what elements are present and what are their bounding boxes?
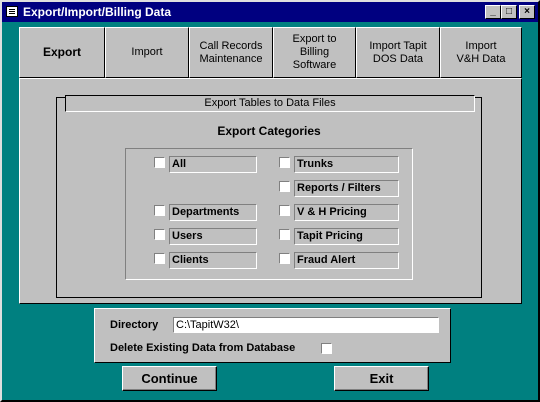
form-icon[interactable] (6, 6, 18, 17)
checkbox-vh-pricing[interactable] (279, 205, 290, 216)
label-users: Users (169, 228, 257, 245)
group-title: Export Tables to Data Files (65, 95, 475, 112)
directory-label: Directory (110, 319, 159, 331)
label-clients: Clients (169, 252, 257, 269)
checkbox-users[interactable] (154, 229, 165, 240)
label-reports-filters: Reports / Filters (294, 180, 399, 197)
export-tables-group: Export Tables to Data Files Export Categ… (56, 95, 482, 298)
maximize-icon: □ (505, 6, 513, 17)
tab-import[interactable]: Import (105, 27, 189, 78)
tab-export[interactable]: Export (19, 27, 105, 78)
directory-panel: Directory C:\TapitW32\ Delete Existing D… (94, 308, 451, 363)
checkbox-departments[interactable] (154, 205, 165, 216)
tab-call-records-maintenance[interactable]: Call Records Maintenance (189, 27, 273, 78)
label-fraud-alert: Fraud Alert (294, 252, 399, 269)
minimize-button[interactable]: _ (485, 5, 501, 19)
tab-import-vh-data[interactable]: Import V&H Data (440, 27, 522, 78)
continue-button[interactable]: Continue (122, 366, 217, 391)
exit-button-label: Exit (369, 371, 394, 386)
close-icon: × (524, 6, 530, 17)
export-tab-panel: Export Tables to Data Files Export Categ… (19, 78, 522, 304)
delete-existing-label: Delete Existing Data from Database (110, 342, 296, 354)
label-trunks: Trunks (294, 156, 399, 173)
categories-box: All Trunks Reports / Filters Departments… (125, 148, 413, 280)
minimize-icon: _ (490, 6, 496, 17)
label-tapit-pricing: Tapit Pricing (294, 228, 399, 245)
continue-button-label: Continue (141, 371, 198, 386)
label-vh-pricing: V & H Pricing (294, 204, 399, 221)
tab-export-to-billing-software[interactable]: Export to Billing Software (273, 27, 356, 78)
checkbox-clients[interactable] (154, 253, 165, 264)
checkbox-tapit-pricing[interactable] (279, 229, 290, 240)
checkbox-fraud-alert[interactable] (279, 253, 290, 264)
export-categories-heading: Export Categories (217, 124, 321, 138)
tab-strip: Export Import Call Records Maintenance E… (19, 27, 522, 78)
export-import-billing-window: Export/Import/Billing Data _ □ × Export … (0, 0, 540, 402)
maximize-button[interactable]: □ (501, 5, 517, 19)
close-button[interactable]: × (519, 5, 535, 19)
label-all: All (169, 156, 257, 173)
window-title: Export/Import/Billing Data (23, 5, 172, 19)
checkbox-trunks[interactable] (279, 157, 290, 168)
exit-button[interactable]: Exit (334, 366, 429, 391)
title-bar[interactable]: Export/Import/Billing Data _ □ × (2, 2, 538, 22)
directory-input[interactable]: C:\TapitW32\ (173, 317, 439, 333)
checkbox-all[interactable] (154, 157, 165, 168)
label-departments: Departments (169, 204, 257, 221)
tab-import-tapit-dos-data[interactable]: Import Tapit DOS Data (356, 27, 440, 78)
checkbox-reports-filters[interactable] (279, 181, 290, 192)
checkbox-delete-existing[interactable] (321, 343, 332, 354)
